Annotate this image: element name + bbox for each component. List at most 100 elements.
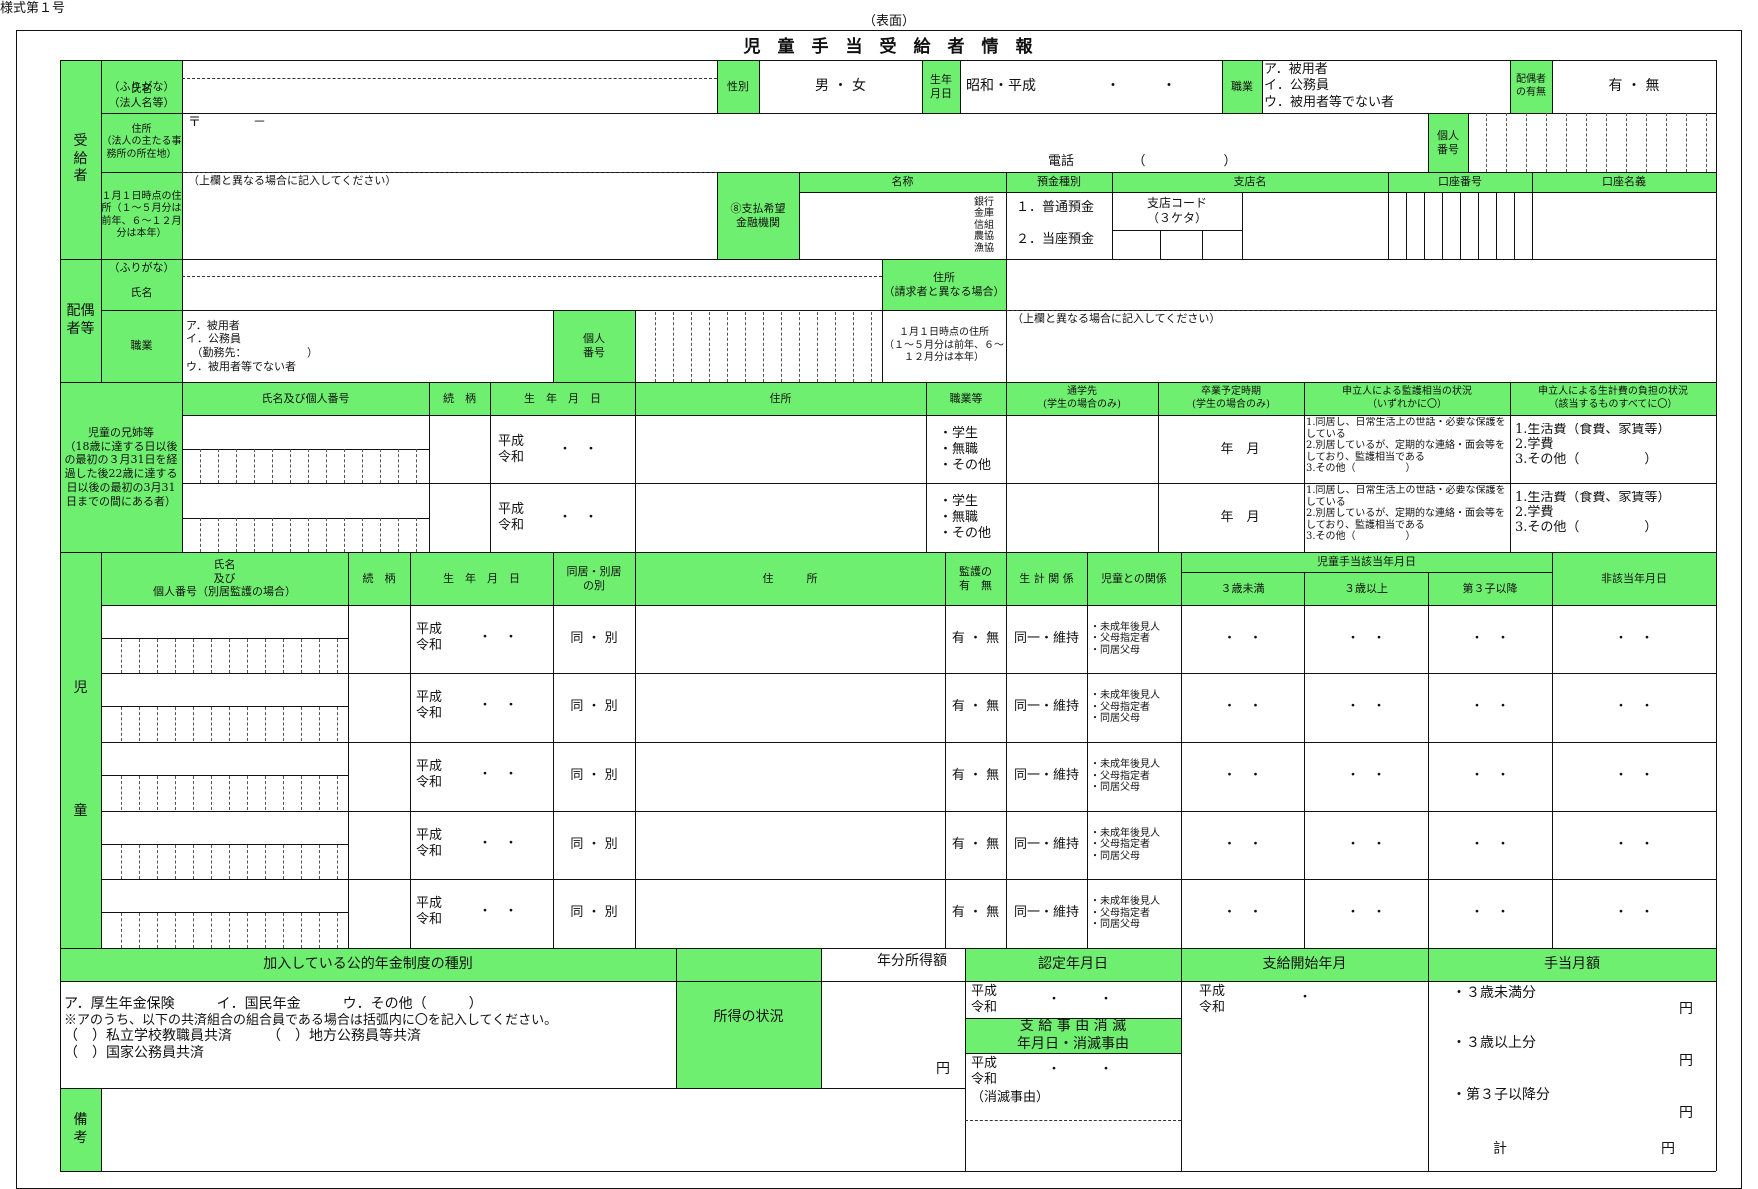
child-relationship[interactable]: ・未成年後見人 ・父母指定者 ・同居父母 <box>1090 811 1181 879</box>
child-relationship[interactable]: ・未成年後見人 ・父母指定者 ・同居父母 <box>1090 605 1181 673</box>
recipient-postal[interactable]: 〒 － <box>188 115 388 133</box>
child-live[interactable]: 同 ・ 別 <box>553 879 635 948</box>
start-label: 支給開始年月 <box>1181 948 1428 981</box>
child-care[interactable]: 有 ・ 無 <box>945 811 1006 879</box>
form-page: 様式第１号 （表面） 児 童 手 当 受 給 者 情 報 受 給 者 （ふりがな… <box>0 0 1758 1189</box>
child-live[interactable]: 同 ・ 別 <box>553 742 635 811</box>
spouse-address-label: 住所 （請求者と異なる場合） <box>882 259 1006 310</box>
digit-divider <box>229 707 230 741</box>
rule <box>1202 230 1203 259</box>
child-livelihood[interactable]: 同一・維持 <box>1006 605 1087 673</box>
rule <box>1552 60 1553 113</box>
children-col-live: 同居・別居 の別 <box>553 552 635 605</box>
digit-divider <box>211 707 212 741</box>
digit-divider <box>139 776 140 810</box>
siblings-col-job: 職業等 <box>926 382 1006 415</box>
deposit-ordinary[interactable]: １．普通預金 <box>1016 196 1116 220</box>
sibling-job[interactable]: ・学生 ・無職 ・その他 <box>939 491 1003 545</box>
digit-divider <box>344 449 345 483</box>
children-col-name: 氏名 及び 個人番号（別居監護の場合） <box>101 552 348 605</box>
child-period-dots: ・ ・ <box>1470 699 1510 715</box>
sibling-care[interactable]: 1.同居し、日常生活上の世話・必要な保護をしている 2.別居しているが、定期的な… <box>1306 485 1510 550</box>
dashed-rule <box>182 78 717 79</box>
recipient-birth-label: 生年 月日 <box>922 60 960 113</box>
spouse-name-field[interactable] <box>182 259 882 310</box>
rule <box>1262 60 1263 113</box>
sibling-care[interactable]: 1.同居し、日常生活上の世話・必要な保護をしている 2.別居しているが、定期的な… <box>1306 417 1510 481</box>
child-live[interactable]: 同 ・ 別 <box>553 605 635 673</box>
child-relationship[interactable]: ・未成年後見人 ・父母指定者 ・同居父母 <box>1090 673 1181 742</box>
rule <box>821 948 822 1088</box>
rule <box>1112 172 1113 259</box>
child-live[interactable]: 同 ・ 別 <box>553 811 635 879</box>
bank-col-holder: 口座名義 <box>1532 172 1716 192</box>
digit-divider <box>727 312 728 382</box>
spouse-section-label: 配偶 者等 <box>60 259 101 382</box>
recipient-birth-value[interactable]: 昭和・平成 ・ ・ <box>966 60 1222 113</box>
digit-divider <box>272 449 273 483</box>
children-col-relation: 続 柄 <box>348 552 410 605</box>
recipient-name-field[interactable] <box>182 60 717 113</box>
children-col-nonapplicable: 非該当年月日 <box>1552 552 1716 605</box>
digit-divider <box>337 913 338 948</box>
digit-divider <box>691 312 692 382</box>
child-care[interactable]: 有 ・ 無 <box>945 879 1006 948</box>
digit-divider <box>247 639 248 673</box>
recipient-phone[interactable]: 電話 （ ） <box>1048 152 1298 172</box>
digit-divider <box>121 845 122 879</box>
digit-divider <box>1706 113 1707 172</box>
recipient-name-label-text: 氏名 （法人名等） <box>108 81 175 109</box>
child-live[interactable]: 同 ・ 別 <box>553 673 635 742</box>
child-livelihood[interactable]: 同一・維持 <box>1006 742 1087 811</box>
child-livelihood[interactable]: 同一・維持 <box>1006 879 1087 948</box>
child-care[interactable]: 有 ・ 無 <box>945 673 1006 742</box>
branch-code-label: 支店コード （３ケタ） <box>1146 196 1207 225</box>
digit-divider <box>139 639 140 673</box>
digit-divider <box>175 639 176 673</box>
child-period-dots: ・ ・ <box>1346 630 1386 646</box>
rule <box>1460 192 1461 259</box>
stop-reason: （消滅事由） <box>971 1089 1050 1105</box>
digit-divider <box>301 707 302 741</box>
children-col-livelihood: 生 計 関 係 <box>1006 552 1087 605</box>
digit-divider <box>247 845 248 879</box>
child-livelihood[interactable]: 同一・維持 <box>1006 811 1087 879</box>
recipient-sex-value[interactable]: 男 ・ 女 <box>759 60 922 113</box>
child-care[interactable]: 有 ・ 無 <box>945 605 1006 673</box>
digit-divider <box>398 518 399 552</box>
child-birth-dots: ・ ・ <box>478 766 518 782</box>
spouse-name-label: 氏名 <box>130 286 153 300</box>
recipient-job-options[interactable]: ア．被用者 イ．公務員 ウ．被用者等でない者 <box>1264 62 1510 112</box>
recipient-spouse-label: 配偶者 の有無 <box>1510 60 1552 113</box>
child-livelihood[interactable]: 同一・維持 <box>1006 673 1087 742</box>
rule <box>635 552 636 948</box>
start-era: 平成 令和 <box>1199 983 1226 1015</box>
rule <box>1006 382 1007 552</box>
sibling-graduation[interactable]: 年 月 <box>1200 441 1280 459</box>
sibling-job[interactable]: ・学生 ・無職 ・その他 <box>939 423 1003 477</box>
pension-options[interactable]: ア．厚生年金保険 イ．国民年金 ウ．その他（ ） ※アのうち、以下の共済組合の組… <box>64 996 672 1086</box>
child-relationship[interactable]: ・未成年後見人 ・父母指定者 ・同居父母 <box>1090 879 1181 948</box>
rule <box>1160 230 1161 259</box>
deposit-current[interactable]: ２．当座預金 <box>1016 228 1116 252</box>
rule <box>799 172 800 259</box>
child-relationship[interactable]: ・未成年後見人 ・父母指定者 ・同居父母 <box>1090 742 1181 811</box>
sibling-cost[interactable]: 1.生活費（食費、家賃等） 2.学費 3.その他（ ） <box>1515 491 1715 550</box>
rule <box>799 192 1716 193</box>
digit-divider <box>157 845 158 879</box>
sibling-cost[interactable]: 1.生活費（食費、家賃等） 2.学費 3.その他（ ） <box>1515 423 1715 481</box>
remarks-field[interactable] <box>101 1088 965 1171</box>
sibling-graduation[interactable]: 年 月 <box>1200 509 1280 527</box>
digit-divider <box>200 518 201 552</box>
pension-label: 加入している公的年金制度の種別 <box>60 948 676 981</box>
rule <box>1222 60 1223 113</box>
rule <box>182 60 183 382</box>
spouse-job-options[interactable]: ア．被用者 イ．公務員 （勤務先： ） ウ．被用者等でない者 <box>186 312 546 380</box>
rule <box>182 415 1716 416</box>
rule <box>60 948 1716 949</box>
siblings-col-address: 住所 <box>635 382 926 415</box>
child-care[interactable]: 有 ・ 無 <box>945 742 1006 811</box>
recipient-spouse-value[interactable]: 有 ・ 無 <box>1552 60 1716 113</box>
digit-divider <box>247 913 248 948</box>
digit-divider <box>1686 113 1687 172</box>
